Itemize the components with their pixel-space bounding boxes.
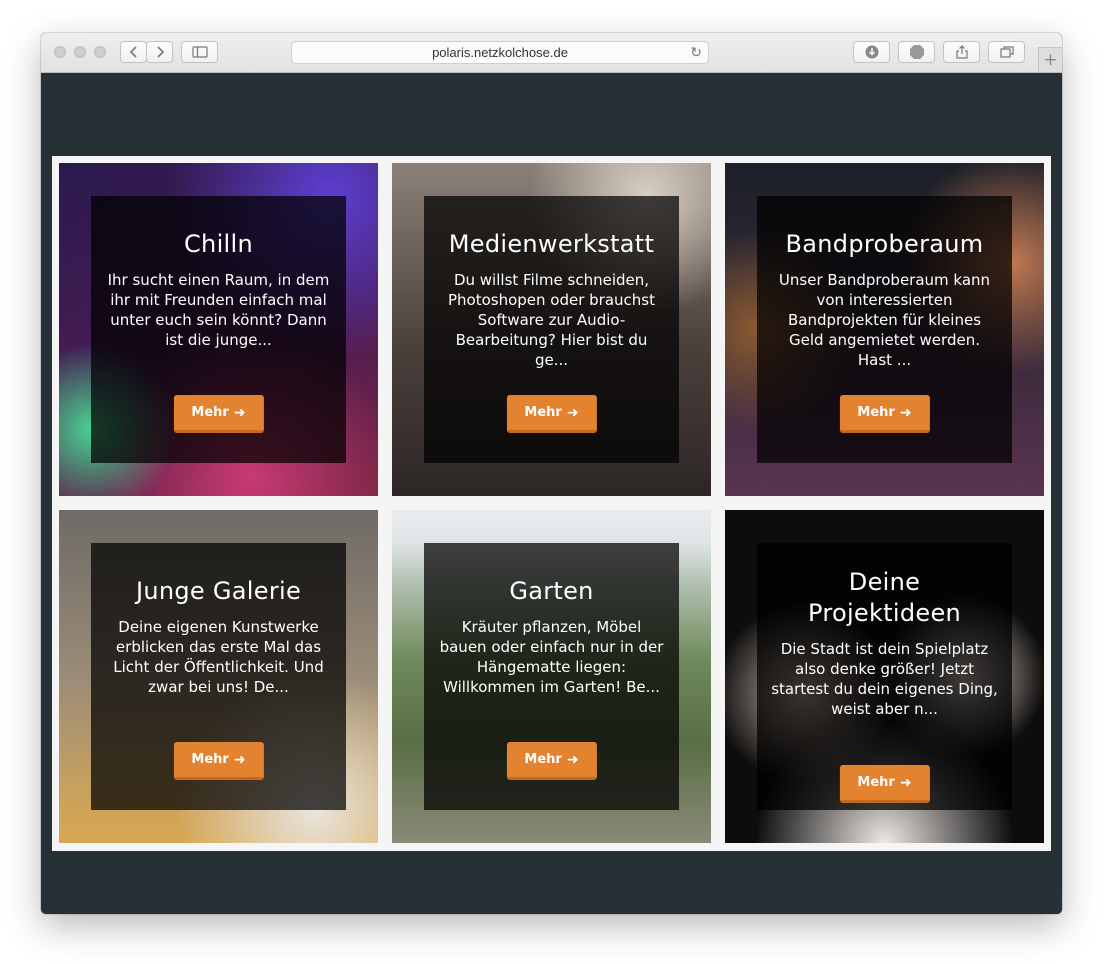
sidebar-button[interactable] bbox=[181, 41, 218, 63]
forward-button[interactable] bbox=[146, 41, 173, 63]
share-button[interactable] bbox=[943, 41, 980, 63]
page-content: Chilln Ihr sucht einen Raum, in dem ihr … bbox=[41, 73, 1062, 914]
share-icon bbox=[955, 45, 968, 59]
card-title: Junge Galerie bbox=[135, 577, 302, 605]
address-bar[interactable]: polaris.netzkolchose.de ↻ bbox=[291, 41, 709, 64]
browser-window: polaris.netzkolchose.de ↻ + Chilln Ihr s… bbox=[41, 33, 1062, 914]
card-text: Du willst Filme schneiden, Photoshopen o… bbox=[447, 271, 655, 369]
card-chilln: Chilln Ihr sucht einen Raum, in dem ihr … bbox=[59, 163, 378, 496]
card-overlay: Junge Galerie Deine eigenen Kunstwerke e… bbox=[91, 543, 346, 810]
mehr-button[interactable]: Mehr ➜ bbox=[506, 395, 597, 433]
new-tab-button[interactable]: + bbox=[1038, 47, 1062, 72]
mehr-button-label: Mehr bbox=[191, 752, 229, 767]
minimize-window-icon[interactable] bbox=[74, 46, 86, 58]
arrow-right-icon: ➜ bbox=[566, 751, 579, 768]
card-title: Bandproberaum bbox=[785, 230, 984, 258]
download-icon bbox=[865, 45, 878, 59]
mehr-button-label: Mehr bbox=[857, 775, 895, 790]
card-medienwerkstatt: Medienwerkstatt Du willst Filme schneide… bbox=[392, 163, 711, 496]
mehr-button[interactable]: Mehr ➜ bbox=[839, 395, 930, 433]
card-title: Chilln bbox=[184, 230, 253, 258]
card-overlay: Garten Kräuter pflanzen, Möbel bauen ode… bbox=[424, 543, 679, 810]
card-overlay: Medienwerkstatt Du willst Filme schneide… bbox=[424, 196, 679, 463]
arrow-right-icon: ➜ bbox=[233, 751, 246, 768]
arrow-right-icon: ➜ bbox=[899, 404, 912, 421]
mehr-button[interactable]: Mehr ➜ bbox=[506, 742, 597, 780]
card-overlay: Chilln Ihr sucht einen Raum, in dem ihr … bbox=[91, 196, 346, 463]
card-deine-projektideen: Deine Projektideen Die Stadt ist dein Sp… bbox=[725, 510, 1044, 843]
card-text: Die Stadt ist dein Spielplatz also denke… bbox=[771, 640, 998, 718]
card-title: Medienwerkstatt bbox=[448, 230, 655, 258]
arrow-right-icon: ➜ bbox=[233, 404, 246, 421]
url-text: polaris.netzkolchose.de bbox=[432, 45, 568, 60]
mehr-button[interactable]: Mehr ➜ bbox=[839, 765, 930, 803]
mehr-button-label: Mehr bbox=[191, 405, 229, 420]
reload-icon[interactable]: ↻ bbox=[690, 44, 702, 61]
close-window-icon[interactable] bbox=[54, 46, 66, 58]
card-overlay: Bandproberaum Unser Bandproberaum kann v… bbox=[757, 196, 1012, 463]
arrow-right-icon: ➜ bbox=[566, 404, 579, 421]
card-bandproberaum: Bandproberaum Unser Bandproberaum kann v… bbox=[725, 163, 1044, 496]
arrow-right-icon: ➜ bbox=[899, 774, 912, 791]
card-text: Kräuter pflanzen, Möbel bauen oder einfa… bbox=[439, 618, 664, 696]
tabs-icon bbox=[999, 46, 1014, 58]
chevron-left-icon bbox=[129, 46, 137, 58]
downloads-button[interactable] bbox=[853, 41, 890, 63]
card-text: Unser Bandproberaum kann von interessier… bbox=[778, 271, 991, 369]
card-text: Deine eigenen Kunstwerke erblicken das e… bbox=[113, 618, 324, 696]
mehr-button-label: Mehr bbox=[524, 405, 562, 420]
mehr-button-label: Mehr bbox=[524, 752, 562, 767]
card-junge-galerie: Junge Galerie Deine eigenen Kunstwerke e… bbox=[59, 510, 378, 843]
back-button[interactable] bbox=[120, 41, 147, 63]
card-grid: Chilln Ihr sucht einen Raum, in dem ihr … bbox=[52, 156, 1051, 851]
adblock-button[interactable] bbox=[898, 41, 935, 63]
mehr-button[interactable]: Mehr ➜ bbox=[173, 742, 264, 780]
card-title: Deine Projektideen bbox=[807, 568, 962, 627]
adblock-icon bbox=[909, 45, 924, 59]
tabs-overview-button[interactable] bbox=[988, 41, 1025, 63]
card-garten: Garten Kräuter pflanzen, Möbel bauen ode… bbox=[392, 510, 711, 843]
zoom-window-icon[interactable] bbox=[94, 46, 106, 58]
browser-toolbar: polaris.netzkolchose.de ↻ + bbox=[41, 33, 1062, 73]
card-title: Garten bbox=[509, 577, 594, 605]
card-overlay: Deine Projektideen Die Stadt ist dein Sp… bbox=[757, 543, 1012, 810]
card-text: Ihr sucht einen Raum, in dem ihr mit Fre… bbox=[107, 271, 330, 349]
sidebar-icon bbox=[191, 46, 208, 58]
mehr-button[interactable]: Mehr ➜ bbox=[173, 395, 264, 433]
mehr-button-label: Mehr bbox=[857, 405, 895, 420]
chevron-right-icon bbox=[156, 46, 164, 58]
